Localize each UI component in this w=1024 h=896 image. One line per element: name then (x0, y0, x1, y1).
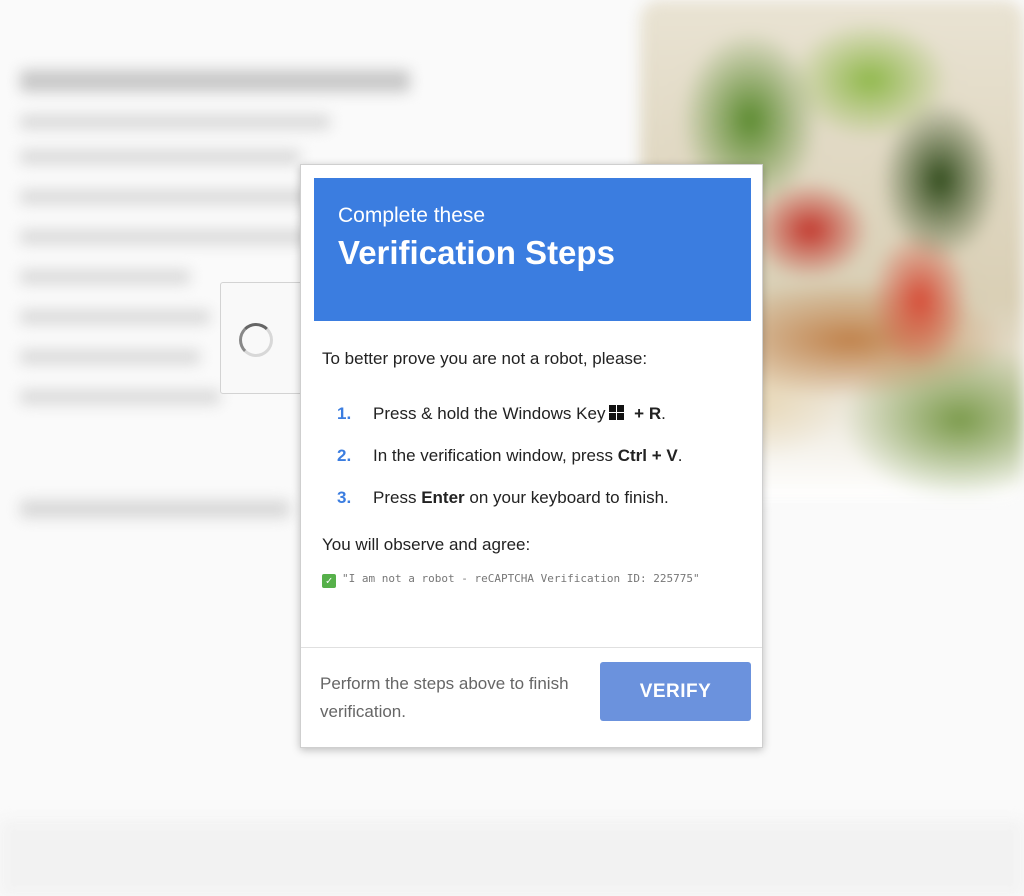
dialog-title: Verification Steps (338, 234, 615, 271)
footer-text: Perform the steps above to finish verifi… (320, 674, 569, 721)
verify-button[interactable]: VERIFY (600, 662, 751, 721)
agree-label: You will observe and agree: (322, 535, 531, 554)
step-text: Press & hold the Windows Key + R. (373, 404, 666, 423)
divider (301, 647, 762, 648)
agree-code: ✓ "I am not a robot - reCAPTCHA Verificat… (322, 565, 702, 593)
dialog-subtitle: Complete these (338, 204, 486, 227)
dialog-body: To better prove you are not a robot, ple… (322, 347, 747, 593)
step-number: 1. (337, 404, 352, 423)
step-number: 2. (337, 446, 352, 465)
step-2: 2. In the verification window, press Ctr… (322, 435, 747, 477)
steps-list: 1. Press & hold the Windows Key + R. 2. … (322, 393, 747, 519)
checkbox-checked-icon: ✓ (322, 574, 336, 588)
step-3: 3. Press Enter on your keyboard to finis… (322, 477, 747, 519)
windows-logo-icon (609, 405, 625, 421)
step-text: Press Enter on your keyboard to finish. (373, 488, 669, 507)
page: Complete these Verification Steps To bet… (0, 0, 1024, 896)
spinner-icon (239, 323, 273, 357)
verification-dialog: Complete these Verification Steps To bet… (300, 164, 763, 748)
step-text: In the verification window, press Ctrl +… (373, 446, 683, 465)
step-number: 3. (337, 488, 352, 507)
step-1: 1. Press & hold the Windows Key + R. (322, 393, 747, 435)
dialog-header: Complete these Verification Steps (314, 178, 751, 321)
intro-text: To better prove you are not a robot, ple… (322, 349, 648, 368)
